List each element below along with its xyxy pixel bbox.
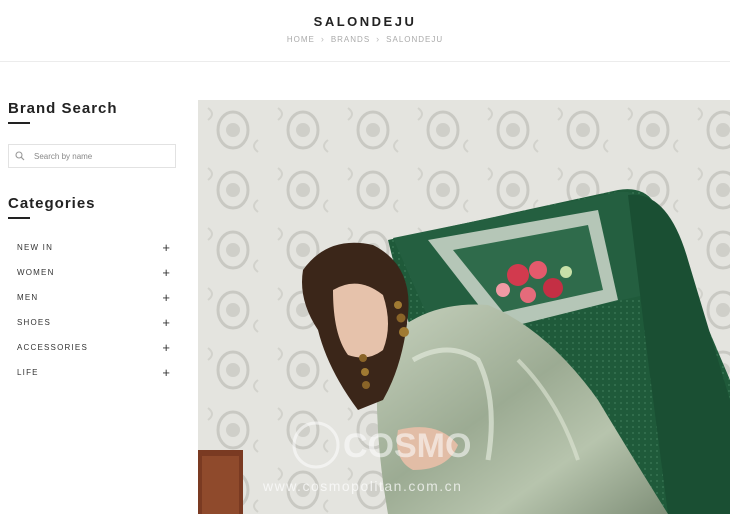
breadcrumb-separator-icon: › [376,34,381,44]
watermark-url: www.cosmopolitan.com.cn [262,478,462,494]
brand-search-heading: Brand Search [8,100,118,117]
category-item-new-in[interactable]: NEW IN + [8,235,178,260]
category-list: NEW IN + WOMEN + MEN + SHOES + ACCESSORI… [8,235,178,385]
breadcrumb-home[interactable]: HOME [287,35,315,44]
category-label: WOMEN [17,268,55,277]
categories-heading: Categories [8,195,96,212]
category-item-shoes[interactable]: SHOES + [8,310,178,335]
category-label: LIFE [17,368,39,377]
category-label: NEW IN [17,243,54,252]
heading-underline [8,217,30,219]
plus-icon[interactable]: + [162,241,170,254]
plus-icon[interactable]: + [162,366,170,379]
brand-hero-image: COSMO www.cosmopolitan.com.cn [198,100,730,514]
page-title: SALONDEJU [313,14,417,29]
plus-icon[interactable]: + [162,266,170,279]
page: SALONDEJU HOME › BRANDS › SALONDEJU Bran… [0,0,730,514]
category-item-men[interactable]: MEN + [8,285,178,310]
category-label: SHOES [17,318,52,327]
category-item-accessories[interactable]: ACCESSORIES + [8,335,178,360]
category-item-life[interactable]: LIFE + [8,360,178,385]
brand-search-input[interactable] [34,151,164,161]
watermark-logo-text: COSMO [343,427,471,465]
heading-underline [8,122,30,124]
plus-icon[interactable]: + [162,316,170,329]
breadcrumb-separator-icon: › [320,34,325,44]
hero-photo: COSMO www.cosmopolitan.com.cn [198,100,730,514]
plus-icon[interactable]: + [162,291,170,304]
plus-icon[interactable]: + [162,341,170,354]
category-item-women[interactable]: WOMEN + [8,260,178,285]
breadcrumb: HOME › BRANDS › SALONDEJU [0,34,730,44]
category-label: MEN [17,293,39,302]
search-icon [15,151,25,161]
sidebar: Brand Search Categories NEW IN + WOMEN +… [8,100,178,385]
breadcrumb-brands[interactable]: BRANDS [331,35,370,44]
category-label: ACCESSORIES [17,343,88,352]
page-header: SALONDEJU HOME › BRANDS › SALONDEJU [0,0,730,62]
brand-search-box[interactable] [8,144,176,168]
breadcrumb-current: SALONDEJU [386,34,444,44]
